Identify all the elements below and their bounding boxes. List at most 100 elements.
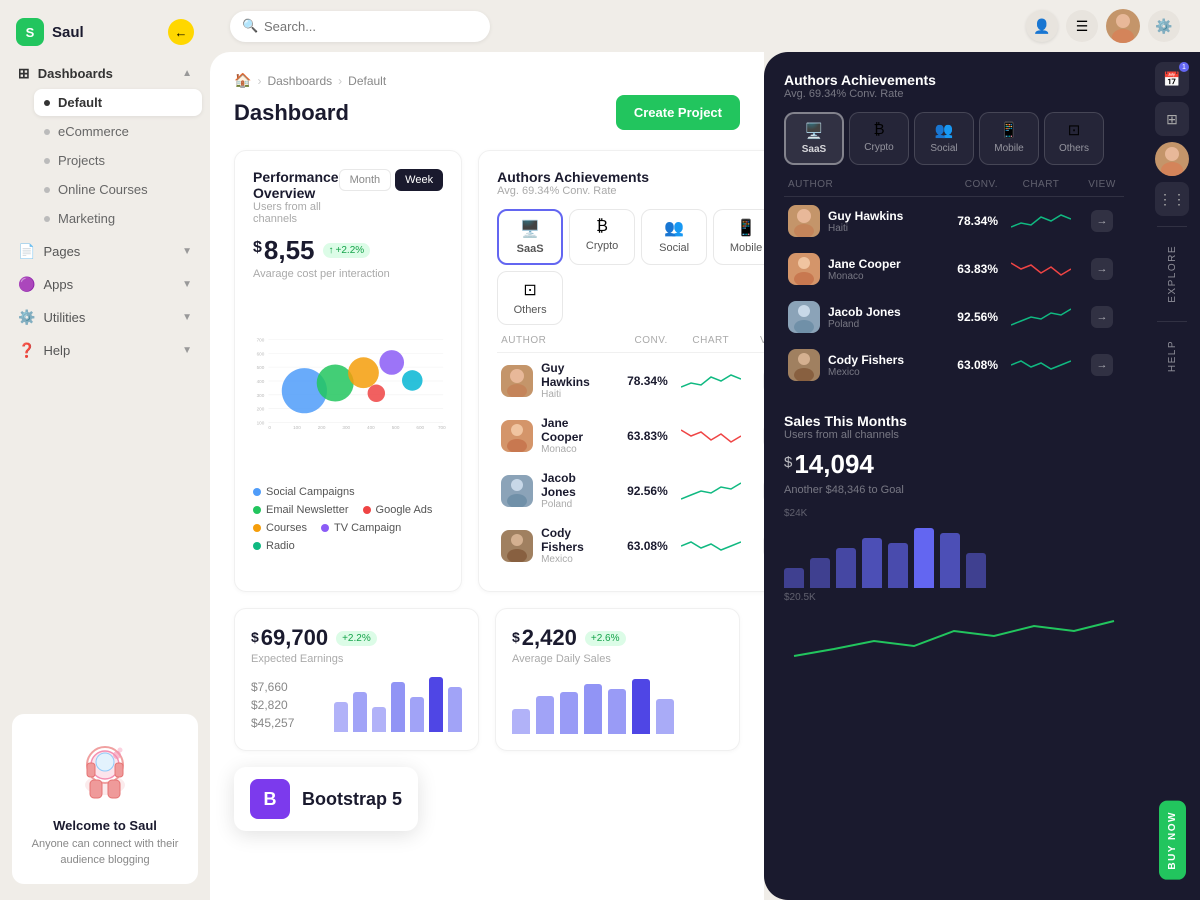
legend-label: TV Campaign: [334, 522, 401, 534]
legend-label: Google Ads: [376, 504, 433, 516]
author-country: Haiti: [828, 223, 903, 234]
dark-tab-social[interactable]: 👥 Social: [914, 112, 974, 165]
earnings-card: $ 69,700 +2.2% Expected Earnings $7,660 …: [234, 608, 479, 751]
authors-title: Authors Achievements: [497, 169, 764, 185]
pages-icon: 📄: [18, 243, 35, 260]
month-btn[interactable]: Month: [339, 169, 392, 191]
dark-tab-saas[interactable]: 🖥️ SaaS: [784, 112, 844, 165]
perf-card-info: Performance Overview Users from all chan…: [253, 169, 339, 225]
grid-btn[interactable]: ⊞: [1155, 102, 1189, 136]
dot-icon: [44, 216, 50, 222]
s-bar: [940, 533, 960, 588]
main-grid: Performance Overview Users from all chan…: [234, 150, 740, 592]
col-author: AUTHOR: [501, 335, 590, 346]
daily-sales-number: 2,420: [522, 625, 577, 651]
dashboards-icon: ⊞: [18, 65, 30, 82]
sidebar-item-projects[interactable]: Projects: [34, 147, 202, 174]
sidebar-toggle-btn[interactable]: ←: [168, 19, 194, 45]
col-chart: CHART: [1006, 179, 1076, 190]
author-name: Jacob Jones: [541, 471, 590, 499]
author-avatar: [788, 301, 820, 333]
notification-btn[interactable]: 👤: [1026, 10, 1058, 42]
sidebar-item-ecommerce[interactable]: eCommerce: [34, 118, 202, 145]
sidebar-item-label: Marketing: [58, 211, 115, 226]
sidebar-item-marketing[interactable]: Marketing: [34, 205, 202, 232]
buy-now-btn[interactable]: Buy now: [1159, 801, 1186, 880]
crypto-icon: ₿: [873, 121, 884, 138]
breadcrumb-dashboards[interactable]: Dashboards: [267, 74, 332, 88]
welcome-card: Welcome to Saul Anyone can connect with …: [0, 714, 210, 884]
divider: [1157, 321, 1187, 322]
author-info: Jacob Jones Poland: [788, 301, 920, 333]
dark-view-btn[interactable]: →: [1091, 210, 1113, 232]
sidebar-item-utilities[interactable]: ⚙️ Utilities ▼: [8, 302, 202, 333]
tab-saas[interactable]: 🖥️ SaaS: [497, 209, 563, 265]
user-avatar[interactable]: [1106, 9, 1140, 43]
tab-label: Others: [514, 304, 547, 316]
dark-view-btn[interactable]: →: [1091, 306, 1113, 328]
dark-view-btn[interactable]: →: [1091, 258, 1113, 280]
divider: [1157, 226, 1187, 227]
tab-crypto[interactable]: ₿ Crypto: [569, 209, 635, 265]
daily-sales-badge: +2.6%: [585, 631, 626, 646]
breadcrumb-sep: ›: [257, 74, 261, 88]
sidebar-nav: ⊞ Dashboards ▲ Default eCommerce Project…: [0, 58, 210, 698]
sidebar-item-help[interactable]: ❓ Help ▼: [8, 335, 202, 366]
dots-btn[interactable]: ⋮⋮: [1155, 182, 1189, 216]
perf-title: Performance Overview: [253, 169, 339, 201]
utilities-icon: ⚙️: [18, 309, 35, 326]
search-input[interactable]: [230, 11, 490, 42]
dark-tab-crypto[interactable]: ₿ Crypto: [849, 112, 909, 165]
view-cell: →: [1084, 258, 1120, 280]
legend-label: Email Newsletter: [266, 504, 349, 516]
conv-rate: 78.34%: [598, 374, 668, 388]
sidebar-item-label: Projects: [58, 153, 105, 168]
col-view: VIEW: [754, 335, 764, 346]
dark-tab-others[interactable]: ⊡ Others: [1044, 112, 1104, 165]
tab-label: Mobile: [994, 143, 1023, 154]
tab-label: SaaS: [517, 243, 544, 255]
mini-chart: [676, 367, 746, 395]
bar: [410, 697, 424, 732]
sidebar-item-pages[interactable]: 📄 Pages ▼: [8, 236, 202, 267]
menu-btn[interactable]: ☰: [1066, 10, 1098, 42]
dot-icon: [44, 187, 50, 193]
arrow-up-icon: ↑: [329, 245, 334, 256]
tab-mobile[interactable]: 📱 Mobile: [713, 209, 764, 265]
dark-tab-mobile[interactable]: 📱 Mobile: [979, 112, 1039, 165]
sidebar-item-dashboards[interactable]: ⊞ Dashboards ▲: [8, 58, 202, 89]
tab-others[interactable]: ⊡ Others: [497, 271, 563, 325]
mini-chart: [1006, 255, 1076, 283]
sidebar-item-online-courses[interactable]: Online Courses: [34, 176, 202, 203]
main-content: 🏠 › Dashboards › Default Dashboard Creat…: [210, 52, 764, 900]
sidebar-item-apps[interactable]: 🟣 Apps ▼: [8, 269, 202, 300]
y-label: $20.5K: [784, 592, 1124, 603]
view-cell: →: [1084, 210, 1120, 232]
week-btn[interactable]: Week: [395, 169, 443, 191]
author-details: Cody Fishers Mexico: [828, 353, 904, 378]
bubble-chart: 700 600 500 400 300 200 100 0 100 200: [253, 288, 443, 478]
author-details: Guy Hawkins Haiti: [541, 361, 590, 400]
author-name: Guy Hawkins: [828, 209, 903, 223]
help-btn[interactable]: Help: [1167, 332, 1178, 380]
conv-rate: 63.83%: [928, 262, 998, 276]
dark-table-header: AUTHOR CONV. CHART VIEW: [784, 169, 1124, 197]
conv-rate: 63.83%: [598, 429, 668, 443]
author-details: Jane Cooper Monaco: [541, 416, 590, 455]
dark-authors-section: Authors Achievements Avg. 69.34% Conv. R…: [784, 72, 1124, 389]
create-project-button[interactable]: Create Project: [616, 95, 740, 130]
saas-icon: 🖥️: [805, 122, 824, 140]
calendar-btn[interactable]: 📅 1: [1155, 62, 1189, 96]
topbar-right: 👤 ☰ ⚙️: [1026, 9, 1180, 43]
settings-btn[interactable]: ⚙️: [1148, 10, 1180, 42]
tab-social[interactable]: 👥 Social: [641, 209, 707, 265]
dark-view-btn[interactable]: →: [1091, 354, 1113, 376]
author-name: Jane Cooper: [828, 257, 901, 271]
mobile-icon: 📱: [736, 218, 756, 238]
author-country: Poland: [828, 319, 901, 330]
author-country: Mexico: [828, 367, 904, 378]
user-avatar-rp[interactable]: [1155, 142, 1189, 176]
s-bar: [810, 558, 830, 588]
sidebar-item-default[interactable]: Default: [34, 89, 202, 116]
explore-btn[interactable]: Explore: [1167, 237, 1178, 311]
